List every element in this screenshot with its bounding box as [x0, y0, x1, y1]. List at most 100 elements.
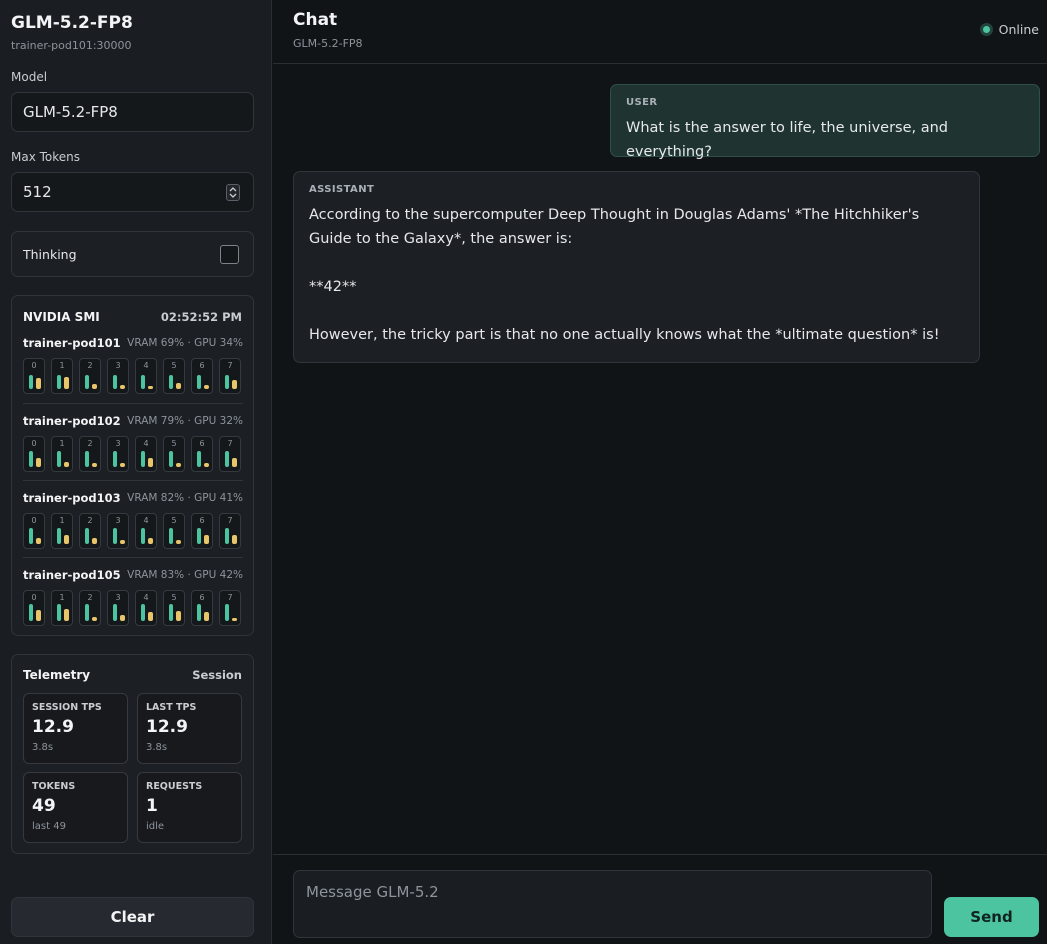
gpu-cell: 6: [191, 590, 213, 626]
gpu-index: 6: [199, 593, 205, 602]
gpu-index: 0: [31, 361, 37, 370]
pod-stats: VRAM 69% · GPU 34%: [127, 337, 243, 349]
pod-stats: VRAM 79% · GPU 32%: [127, 415, 243, 427]
vram-bar: [29, 604, 33, 621]
gpu-index: 4: [143, 516, 149, 525]
vram-bar: [197, 604, 201, 621]
max-tokens-input[interactable]: 512: [11, 172, 254, 212]
gpu-index: 5: [171, 516, 177, 525]
smi-time: 02:52:52 PM: [160, 310, 242, 324]
tile-value: 49: [32, 796, 56, 816]
tile-value: 12.9: [32, 717, 74, 737]
vram-bar: [113, 528, 117, 544]
model-label: Model: [11, 70, 48, 84]
tile-sub: 3.8s: [32, 742, 54, 753]
status-dot-icon: [979, 23, 993, 36]
gpu-util-bar: [204, 612, 209, 621]
gpu-index: 7: [227, 439, 233, 448]
gpu-index: 4: [143, 593, 149, 602]
gpu-cell: 6: [191, 436, 213, 472]
gpu-cell: 3: [107, 513, 129, 549]
gpu-index: 1: [59, 361, 65, 370]
gpu-cell: 7: [219, 358, 241, 394]
vram-bar: [169, 451, 173, 467]
thinking-checkbox[interactable]: [220, 245, 239, 264]
pod-name: trainer-pod103: [23, 491, 121, 505]
gpu-util-bar: [148, 612, 153, 621]
vram-bar: [113, 604, 117, 621]
pod-stats: VRAM 82% · GPU 41%: [127, 492, 243, 504]
smi-title: NVIDIA SMI: [23, 310, 100, 324]
vram-bar: [197, 528, 201, 544]
gpu-index: 2: [87, 361, 93, 370]
vram-bar: [141, 375, 145, 389]
gpu-cell: 1: [51, 358, 73, 394]
tile-sub: 3.8s: [146, 742, 168, 753]
vram-bar: [29, 451, 33, 467]
chat-main: Chat GLM-5.2-FP8 Online USER What is the…: [273, 0, 1047, 944]
telemetry-title: Telemetry: [23, 668, 91, 682]
gpu-util-bar: [176, 611, 181, 621]
tile-requests: REQUESTS 1 idle: [137, 772, 242, 843]
gpu-util-bar: [120, 385, 125, 389]
gpu-index: 7: [227, 593, 233, 602]
gpu-util-bar: [176, 463, 181, 467]
gpu-cell: 5: [163, 358, 185, 394]
max-tokens-label: Max Tokens: [11, 150, 81, 164]
gpu-util-bar: [36, 378, 41, 389]
chat-title: Chat: [293, 10, 338, 30]
gpu-cell: 2: [79, 436, 101, 472]
model-input[interactable]: GLM-5.2-FP8: [11, 92, 254, 132]
vram-bar: [85, 604, 89, 621]
gpu-cell: 7: [219, 436, 241, 472]
gpu-index: 3: [115, 361, 121, 370]
gpu-util-bar: [92, 538, 97, 544]
gpu-util-bar: [36, 458, 41, 467]
status-label: Online: [998, 22, 1039, 37]
gpu-index: 7: [227, 361, 233, 370]
gpu-cell: 0: [23, 358, 45, 394]
message-role: ASSISTANT: [309, 184, 375, 195]
gpu-util-bar: [204, 463, 209, 467]
tile-last-tps: LAST TPS 12.9 3.8s: [137, 693, 242, 764]
gpu-index: 6: [199, 439, 205, 448]
vram-bar: [197, 375, 201, 389]
vram-bar: [57, 451, 61, 467]
gpu-cell: 1: [51, 436, 73, 472]
gpu-cell: 4: [135, 436, 157, 472]
gpu-row: 0 1 2 3 4 5 6 7: [23, 358, 243, 394]
chat-model-subtitle: GLM-5.2-FP8: [293, 37, 363, 50]
message-input[interactable]: [293, 870, 932, 938]
vram-bar: [85, 451, 89, 467]
thinking-toggle[interactable]: Thinking: [11, 231, 254, 277]
stepper-icon[interactable]: [226, 184, 240, 201]
gpu-util-bar: [176, 383, 181, 389]
gpu-cell: 4: [135, 358, 157, 394]
tile-label: TOKENS: [32, 781, 76, 792]
gpu-pod-row: trainer-pod105 VRAM 83% · GPU 42% 0 1 2 3 4 5 6 7: [23, 557, 243, 634]
chat-header: Chat GLM-5.2-FP8 Online: [273, 0, 1047, 64]
message-text: What is the answer to life, the universe…: [626, 120, 953, 160]
send-button[interactable]: Send: [944, 897, 1039, 937]
vram-bar: [113, 451, 117, 467]
gpu-cell: 2: [79, 590, 101, 626]
gpu-index: 1: [59, 516, 65, 525]
gpu-cell: 6: [191, 513, 213, 549]
gpu-util-bar: [148, 386, 153, 389]
gpu-cell: 1: [51, 513, 73, 549]
composer: Send: [273, 854, 1047, 944]
thinking-label: Thinking: [23, 247, 77, 262]
gpu-pod-row: trainer-pod102 VRAM 79% · GPU 32% 0 1 2 3 4 5 6 7: [23, 403, 243, 480]
vram-bar: [85, 375, 89, 389]
gpu-cell: 3: [107, 590, 129, 626]
tile-sub: last 49: [32, 821, 66, 832]
gpu-util-bar: [120, 463, 125, 467]
gpu-index: 0: [31, 593, 37, 602]
vram-bar: [225, 528, 229, 544]
gpu-util-bar: [64, 535, 69, 544]
vram-bar: [57, 528, 61, 544]
tile-value: 12.9: [146, 717, 188, 737]
clear-button[interactable]: Clear: [11, 897, 254, 937]
sidebar: GLM-5.2-FP8 trainer-pod101:30000 Model G…: [0, 0, 272, 944]
gpu-cell: 7: [219, 513, 241, 549]
